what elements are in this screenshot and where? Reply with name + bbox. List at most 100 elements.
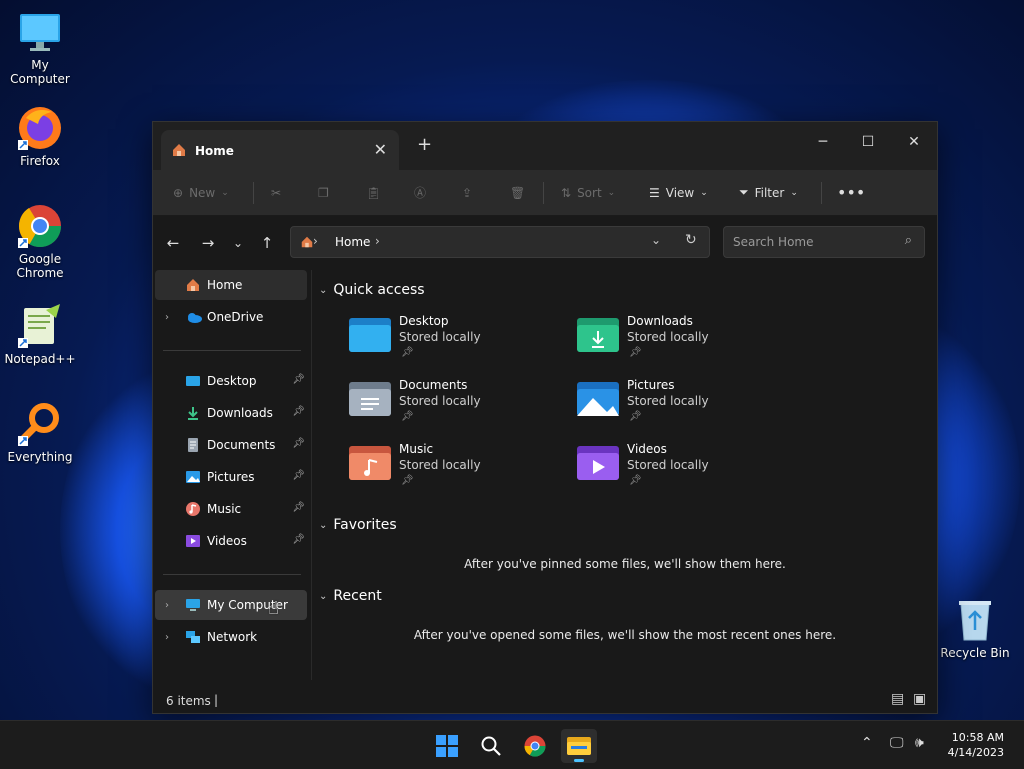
sidebar-item-onedrive[interactable]: › OneDrive	[155, 302, 307, 332]
sidebar-item-my-computer[interactable]: › My Computer	[155, 590, 307, 620]
up-button[interactable]: ↑	[253, 230, 281, 256]
tab-home[interactable]: Home ✕	[161, 130, 399, 170]
pin-icon: 📌︎	[629, 411, 642, 422]
chevron-right-icon[interactable]: ›	[165, 632, 177, 643]
favorites-empty-message: After you've pinned some files, we'll sh…	[464, 557, 786, 571]
ellipsis-icon: •••	[837, 183, 866, 202]
rename-button[interactable]: Ⓐ	[414, 170, 426, 215]
chevron-down-icon: ⌄	[790, 187, 798, 198]
item-name: Videos	[627, 442, 667, 456]
chrome-icon	[524, 735, 546, 757]
quick-access-item-pictures[interactable]: Pictures Stored locally 📌︎	[577, 378, 787, 434]
chevron-right-icon[interactable]: ›	[165, 312, 177, 323]
sidebar-item-music[interactable]: Music 📌︎	[155, 494, 307, 524]
sidebar-item-label: Documents	[207, 438, 276, 452]
sidebar-item-videos[interactable]: Videos 📌︎	[155, 526, 307, 556]
sidebar-item-network[interactable]: › Network	[155, 622, 307, 652]
toolbar-divider	[253, 182, 254, 204]
chrome-taskbar-button[interactable]	[517, 729, 553, 763]
content-pane: ⌄ Quick access Desktop Stored locally 📌︎…	[313, 270, 937, 680]
quick-access-item-downloads[interactable]: Downloads Stored locally 📌︎	[577, 314, 787, 370]
navigation-pane: Home › OneDrive Desktop 📌︎ Downloads 📌︎ …	[153, 270, 312, 680]
sidebar-item-home[interactable]: Home	[155, 270, 307, 300]
notepadpp-icon	[16, 302, 64, 350]
music-folder-icon	[349, 446, 391, 482]
search-taskbar-button[interactable]	[473, 729, 509, 763]
desktop-icon-label: Firefox	[20, 154, 60, 168]
desktop-icon-everything[interactable]: Everything	[0, 400, 80, 464]
trash-icon: 🗑︎	[510, 185, 526, 200]
large-icons-view-button[interactable]: ▣	[913, 691, 926, 707]
more-options-button[interactable]: •••	[837, 170, 865, 215]
sidebar-item-documents[interactable]: Documents 📌︎	[155, 430, 307, 460]
item-name: Pictures	[627, 378, 675, 392]
chrome-icon	[16, 202, 64, 250]
desktop-icon-recycle-bin[interactable]: Recycle Bin	[935, 596, 1015, 660]
desktop-icon-chrome[interactable]: Google Chrome	[0, 202, 80, 280]
sort-icon: ⇅	[561, 185, 572, 200]
clock[interactable]: 10:58 AM 4/14/2023	[948, 730, 1004, 760]
share-button[interactable]: ⇪	[462, 170, 472, 215]
address-dropdown-button[interactable]: ⌄	[651, 233, 661, 247]
clock-date: 4/14/2023	[947, 746, 1004, 759]
search-input[interactable]: Search Home	[733, 235, 813, 249]
section-quick-access[interactable]: ⌄ Quick access	[319, 282, 425, 298]
quick-access-item-desktop[interactable]: Desktop Stored locally 📌︎	[349, 314, 559, 370]
status-divider: |	[214, 693, 219, 707]
forward-button[interactable]: →	[194, 230, 222, 256]
view-button[interactable]: ☰ View ⌄	[649, 170, 708, 215]
monitor-icon	[185, 597, 201, 613]
close-tab-icon[interactable]: ✕	[374, 140, 387, 159]
section-recent[interactable]: ⌄ Recent	[319, 588, 382, 604]
sidebar-item-label: Downloads	[207, 406, 273, 420]
sidebar-item-downloads[interactable]: Downloads 📌︎	[155, 398, 307, 428]
desktop-icon-notepadpp[interactable]: Notepad++	[0, 302, 80, 366]
pin-icon: 📌︎	[292, 534, 305, 545]
quick-access-item-music[interactable]: Music Stored locally 📌︎	[349, 442, 559, 498]
file-explorer-window: Home ✕ + ─ ☐ ✕ ⊕ New ⌄ ✂ ❐ 📋︎ Ⓐ ⇪ 🗑︎ ⇅ S…	[152, 121, 938, 714]
filter-button[interactable]: ⏷ Filter ⌄	[739, 170, 798, 215]
copy-button[interactable]: ❐	[318, 170, 329, 215]
chevron-right-icon[interactable]: ›	[165, 600, 177, 611]
folder-icon	[567, 737, 591, 755]
magnifier-icon	[16, 400, 64, 448]
network-status-icon[interactable]: 🖵︎	[890, 735, 904, 751]
desktop-icon-firefox[interactable]: Firefox	[0, 104, 80, 168]
cut-button[interactable]: ✂	[271, 170, 281, 215]
item-status: Stored locally	[399, 330, 481, 344]
refresh-button[interactable]: ↻	[685, 232, 697, 248]
new-button[interactable]: ⊕ New ⌄	[173, 170, 229, 215]
recent-locations-button[interactable]: ⌄	[224, 230, 252, 256]
pin-icon: 📌︎	[292, 470, 305, 481]
address-bar[interactable]: › Home › ⌄ ↻	[290, 226, 710, 258]
file-explorer-taskbar-button[interactable]	[561, 729, 597, 763]
minimize-button[interactable]: ─	[800, 128, 846, 156]
command-bar: ⊕ New ⌄ ✂ ❐ 📋︎ Ⓐ ⇪ 🗑︎ ⇅ Sort ⌄ ☰ View ⌄ …	[153, 170, 937, 216]
filter-icon: ⏷	[739, 185, 749, 199]
volume-icon[interactable]: 🕪︎	[915, 735, 924, 751]
details-view-button[interactable]: ▤	[891, 691, 904, 707]
search-box[interactable]: Search Home ⌕	[723, 226, 925, 258]
video-icon	[185, 533, 201, 549]
delete-button[interactable]: 🗑︎	[510, 170, 525, 215]
section-favorites[interactable]: ⌄ Favorites	[319, 517, 397, 533]
sidebar-item-desktop[interactable]: Desktop 📌︎	[155, 366, 307, 396]
pin-icon: 📌︎	[292, 374, 305, 385]
desktop-icon-label: Notepad++	[4, 352, 76, 366]
share-icon: ⇪	[462, 185, 473, 200]
sort-button[interactable]: ⇅ Sort ⌄	[561, 170, 615, 215]
new-tab-button[interactable]: +	[417, 134, 432, 155]
maximize-button[interactable]: ☐	[845, 128, 891, 156]
sidebar-item-pictures[interactable]: Pictures 📌︎	[155, 462, 307, 492]
chevron-right-icon[interactable]: ›	[375, 234, 380, 248]
start-button[interactable]	[429, 729, 465, 763]
pin-icon: 📌︎	[292, 438, 305, 449]
quick-access-item-documents[interactable]: Documents Stored locally 📌︎	[349, 378, 559, 434]
paste-button[interactable]: 📋︎	[366, 170, 381, 215]
desktop-icon-my-computer[interactable]: My Computer	[0, 8, 80, 86]
quick-access-item-videos[interactable]: Videos Stored locally 📌︎	[577, 442, 787, 498]
back-button[interactable]: ←	[159, 230, 187, 256]
close-window-button[interactable]: ✕	[891, 128, 937, 156]
show-hidden-icons-button[interactable]: ⌃	[861, 735, 873, 751]
item-count: 6 items	[166, 694, 211, 708]
